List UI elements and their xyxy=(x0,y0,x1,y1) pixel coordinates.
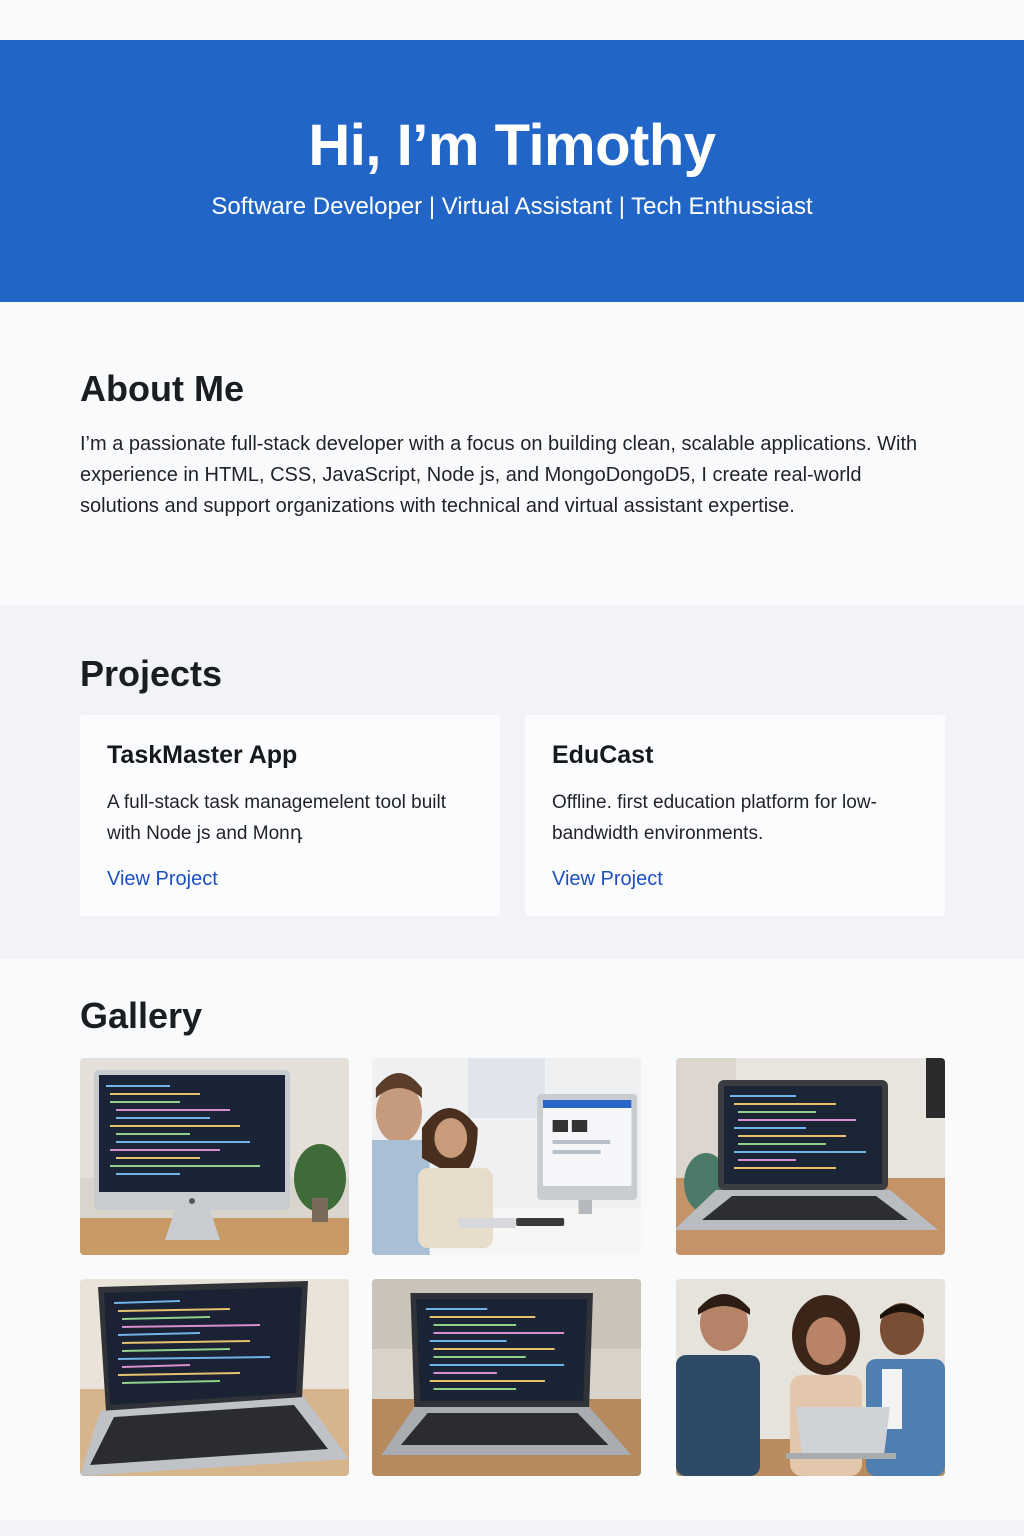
project-card-taskmaster: TaskMaster App A full-stack task managem… xyxy=(80,715,500,916)
gallery-section: Gallery xyxy=(0,959,1024,1520)
projects-section: Projects TaskMaster App A full-stack tas… xyxy=(0,605,1024,959)
project-title: EduCast xyxy=(552,741,654,769)
laptop-code-photo xyxy=(676,1058,945,1255)
about-title: About Me xyxy=(80,368,244,409)
project-description: A full-stack task managemelent tool buil… xyxy=(107,792,447,844)
gallery-title: Gallery xyxy=(80,995,203,1036)
about-text: I’m a passionate full-stack developer wi… xyxy=(80,433,918,517)
view-project-link[interactable]: View Project xyxy=(107,868,218,891)
project-description: Offline. first education platform for lo… xyxy=(552,792,877,844)
project-card-educast: EduCast Offline. first education platfor… xyxy=(525,715,945,916)
project-title: TaskMaster App xyxy=(107,741,298,769)
view-project-link[interactable]: View Project xyxy=(552,868,663,891)
people-at-computer-photo xyxy=(372,1058,641,1255)
bottom-strip xyxy=(0,1520,1024,1536)
hero-banner: Hi, I’m Timothy Software Developer | Vir… xyxy=(0,40,1024,302)
desktop-monitor-code-photo xyxy=(80,1058,349,1255)
laptop-code-closeup-photo xyxy=(80,1279,349,1476)
team-meeting-photo xyxy=(676,1279,945,1476)
laptop-code-table-photo xyxy=(372,1279,641,1476)
top-strip xyxy=(0,0,1024,40)
hero-subtitle: Software Developer | Virtual Assistant |… xyxy=(211,193,813,220)
projects-title: Projects xyxy=(80,653,223,694)
about-section: About Me I’m a passionate full-stack dev… xyxy=(0,302,1024,605)
hero-title: Hi, I’m Timothy xyxy=(308,113,716,178)
